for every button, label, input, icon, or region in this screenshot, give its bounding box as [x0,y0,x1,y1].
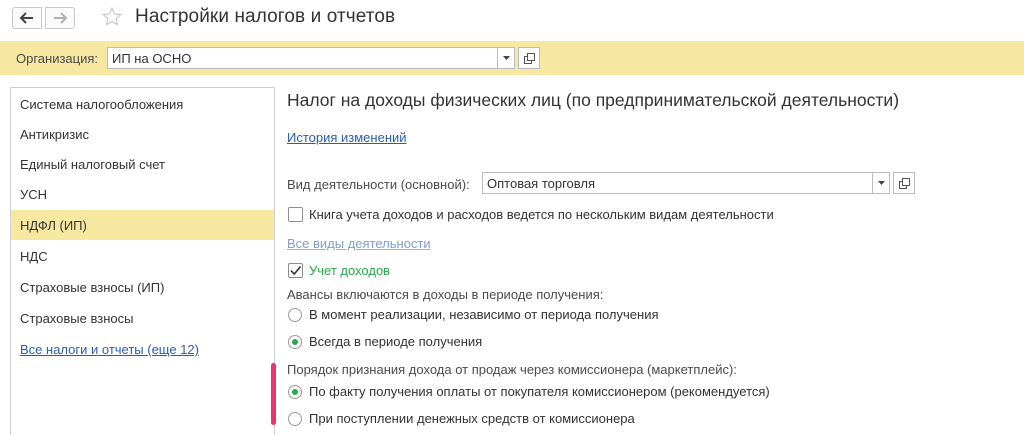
multi-activity-checkbox-label: Книга учета доходов и расходов ведется п… [309,207,774,222]
activity-open-button[interactable] [893,172,915,194]
sidebar-item-ndfl-ip[interactable]: НДФЛ (ИП) [11,210,274,240]
sidebar-item-insurance-ip[interactable]: Страховые взносы (ИП) [11,272,274,302]
all-activities-link[interactable]: Все виды деятельности [287,236,431,251]
advances-option-on-receipt-radio[interactable] [288,335,302,349]
sidebar-item-nds[interactable]: НДС [11,241,274,271]
organization-field[interactable]: ИП на ОСНО [107,47,498,69]
advances-option-on-sale-label: В момент реализации, независимо от перио… [309,307,659,322]
commission-option-payment-radio[interactable] [288,385,302,399]
history-link[interactable]: История изменений [287,130,407,145]
star-icon[interactable] [101,6,123,28]
multi-activity-checkbox[interactable] [288,207,303,222]
sidebar-all-taxes-link[interactable]: Все налоги и отчеты (еще 12) [11,334,274,364]
page-title: Настройки налогов и отчетов [135,6,396,27]
organization-open-button[interactable] [518,47,540,69]
advances-label: Авансы включаются в доходы в периоде пол… [287,287,604,302]
section-title: Налог на доходы физических лиц (по предп… [287,90,900,110]
commission-option-payment-label: По факту получения оплаты от покупателя … [309,384,770,399]
commission-option-transfer-label: При поступлении денежных средств от коми… [309,411,635,426]
forward-button[interactable] [45,7,75,29]
organization-label: Организация: [16,51,99,66]
open-window-icon [898,177,910,189]
sidebar: Система налогообложения Антикризис Едины… [10,87,275,435]
commission-option-transfer-radio[interactable] [288,412,302,426]
organization-bar: Организация: ИП на ОСНО [0,41,1024,75]
back-button[interactable] [12,7,42,29]
chevron-down-icon [502,55,510,60]
sidebar-item-single-tax-account[interactable]: Единый налоговый счет [11,149,274,179]
checkmark-icon [290,265,302,276]
activity-label: Вид деятельности (основной): [287,177,470,192]
chevron-down-icon [877,180,885,185]
activity-field[interactable]: Оптовая торговля [482,172,873,194]
advances-option-on-receipt-label: Всегда в периоде получения [309,334,483,349]
title-bar: Настройки налогов и отчетов [0,0,1024,38]
open-window-icon [523,52,535,64]
sidebar-item-anticrisis[interactable]: Антикризис [11,119,274,149]
sidebar-item-insurance[interactable]: Страховые взносы [11,303,274,333]
organization-dropdown-button[interactable] [497,47,515,69]
arrow-right-icon [54,12,68,24]
all-taxes-link-text[interactable]: Все налоги и отчеты (еще 12) [20,342,199,357]
commission-label: Порядок признания дохода от продаж через… [287,362,737,377]
income-checkbox[interactable] [288,263,303,278]
income-checkbox-label: Учет доходов [309,263,391,278]
activity-dropdown-button[interactable] [872,172,890,194]
highlight-marker [271,363,276,425]
arrow-left-icon [19,12,33,24]
advances-option-on-sale-radio[interactable] [288,308,302,322]
sidebar-item-usn[interactable]: УСН [11,179,274,209]
sidebar-item-tax-system[interactable]: Система налогообложения [11,89,274,119]
